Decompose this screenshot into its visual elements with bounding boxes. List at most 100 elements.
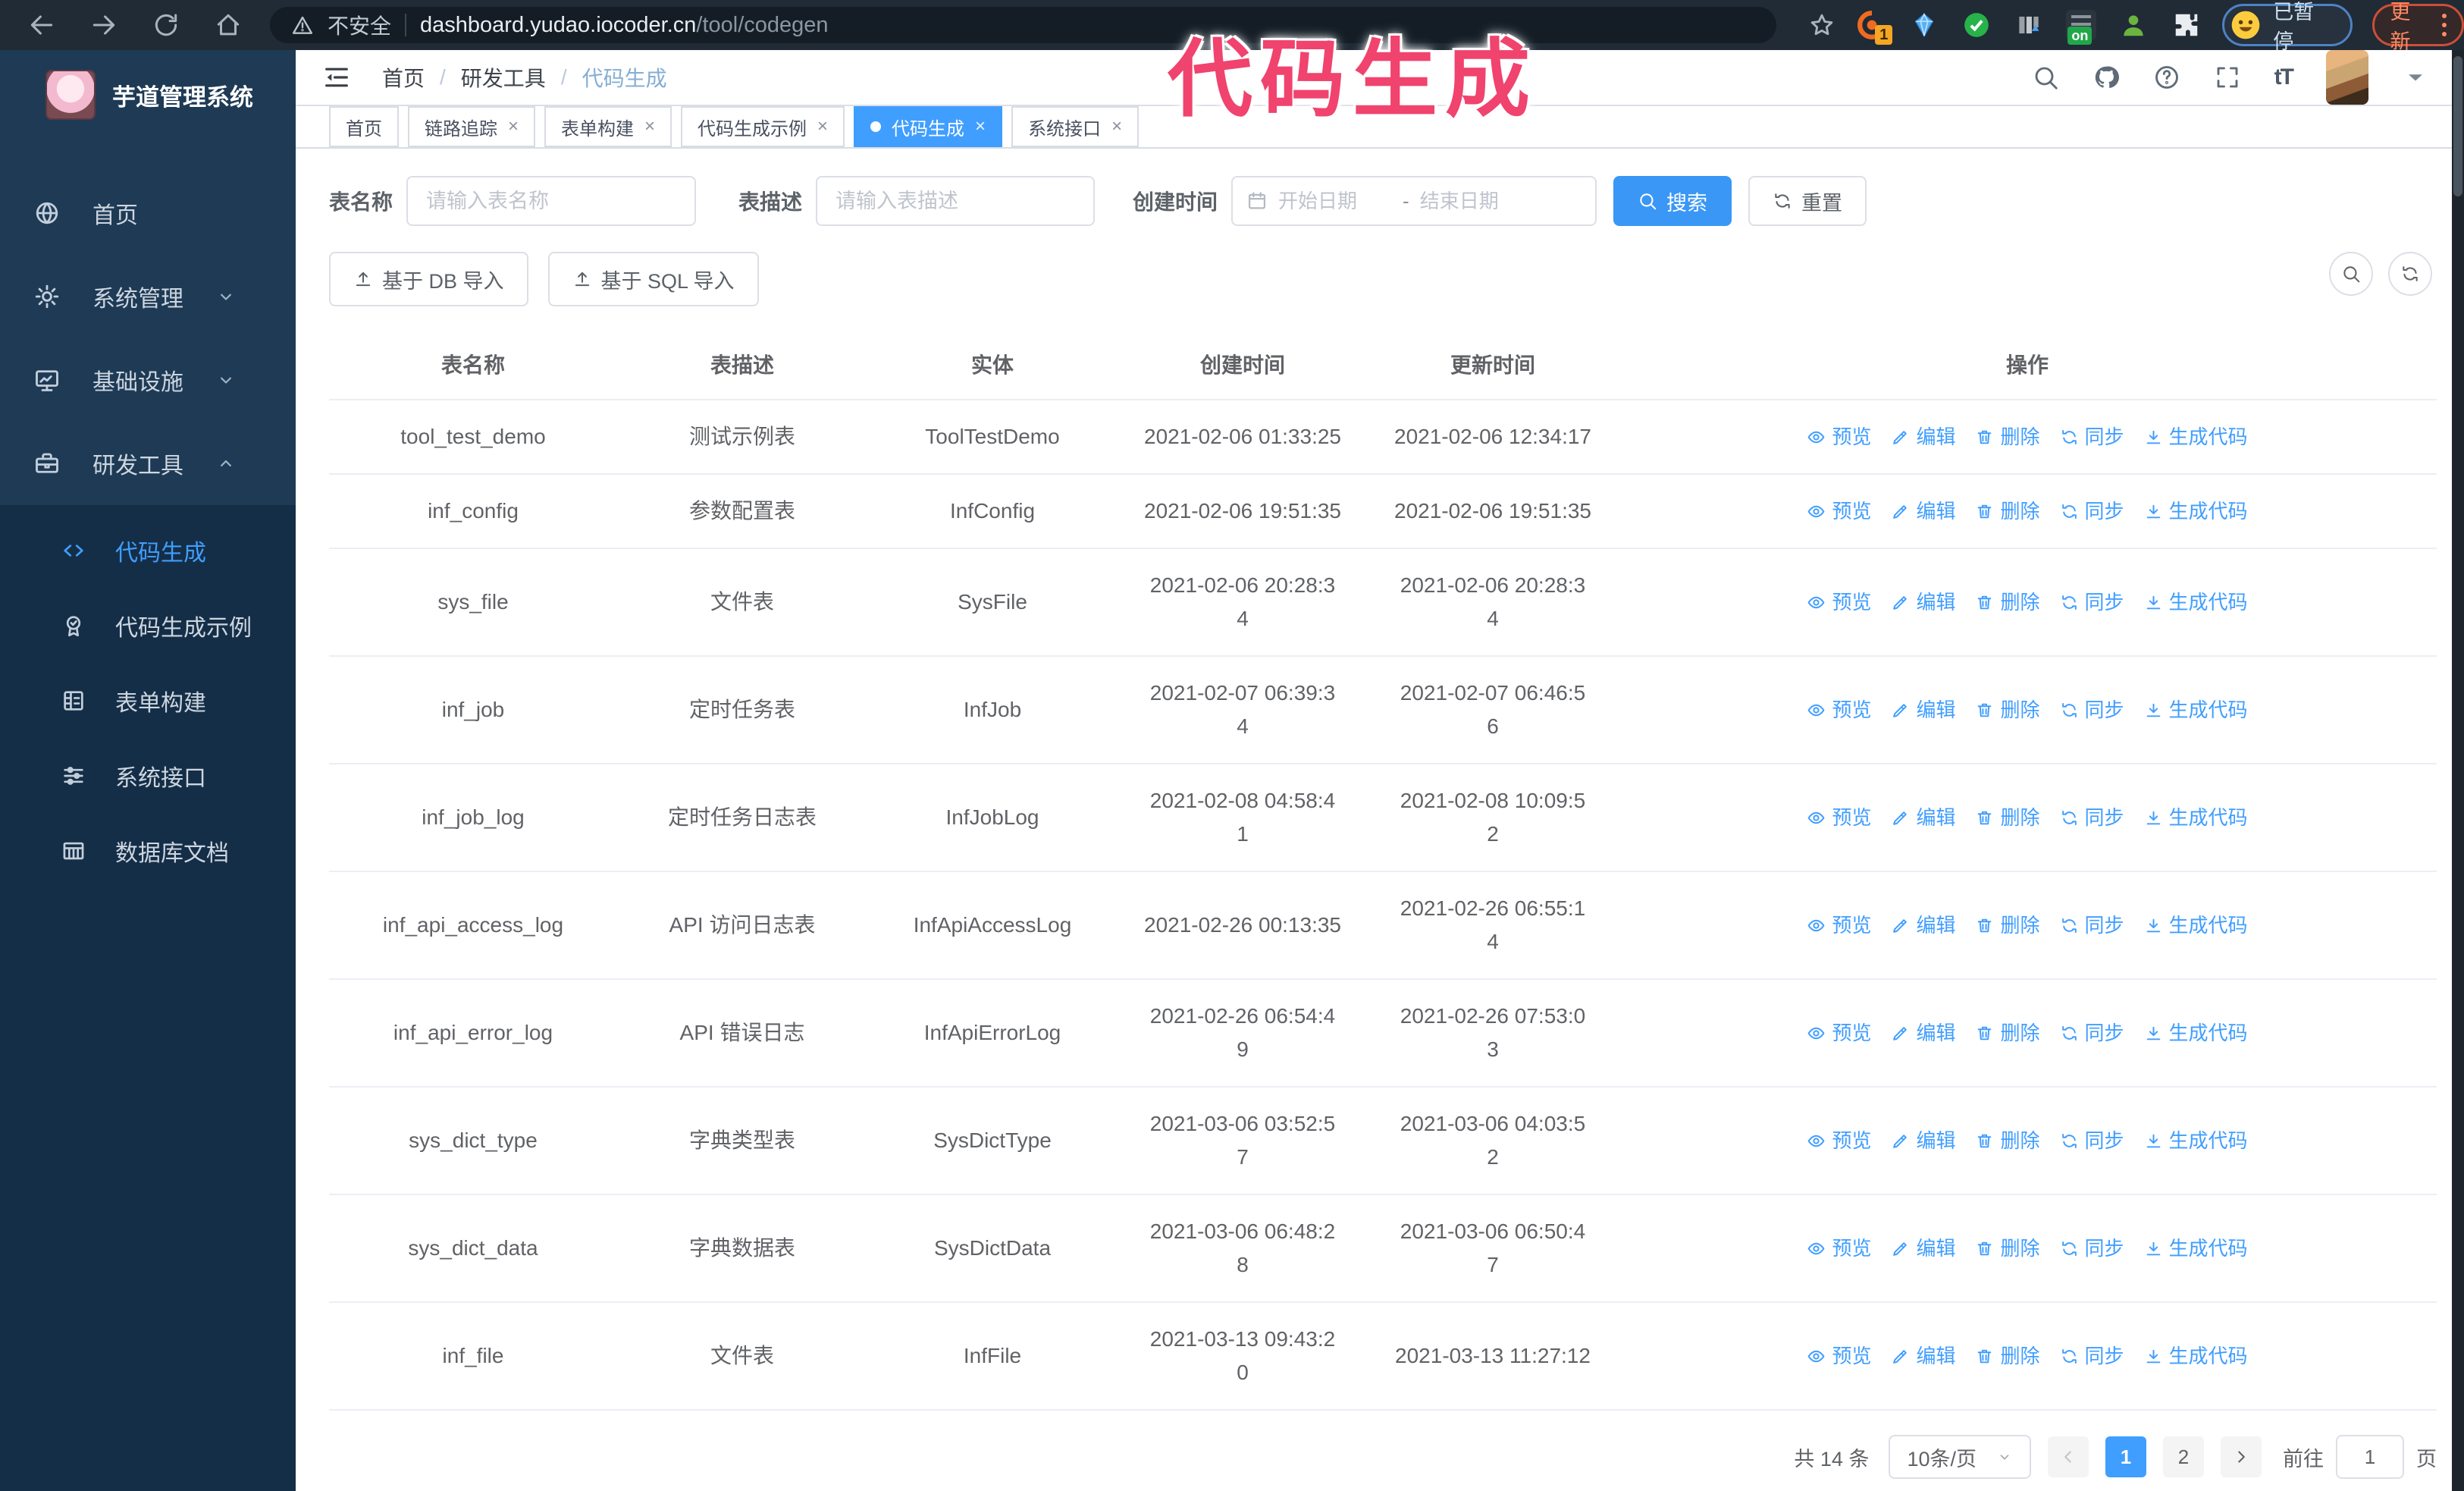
action-generate-link[interactable]: 生成代码 (2144, 693, 2248, 727)
page-scrollbar[interactable] (2452, 50, 2464, 1491)
action-edit-link[interactable]: 编辑 (1891, 1339, 1955, 1373)
github-icon[interactable] (2093, 64, 2120, 91)
action-delete-link[interactable]: 删除 (1975, 494, 2040, 528)
action-edit-link[interactable]: 编辑 (1891, 494, 1955, 528)
help-icon[interactable] (2153, 64, 2180, 91)
sidebar-item-3[interactable]: 研发工具 (0, 422, 296, 505)
action-generate-link[interactable]: 生成代码 (2144, 1232, 2248, 1265)
sidebar-subitem-0[interactable]: 代码生成 (0, 513, 296, 588)
action-delete-link[interactable]: 删除 (1975, 1339, 2040, 1373)
import-db-button[interactable]: 基于 DB 导入 (329, 252, 528, 306)
action-generate-link[interactable]: 生成代码 (2144, 420, 2248, 454)
action-sync-link[interactable]: 同步 (2060, 585, 2124, 619)
page-button-1[interactable]: 1 (2105, 1436, 2146, 1477)
action-preview-link[interactable]: 预览 (1807, 1339, 1871, 1373)
reload-icon[interactable] (152, 11, 180, 39)
action-delete-link[interactable]: 删除 (1975, 585, 2040, 619)
table-name-input[interactable] (406, 176, 697, 226)
action-preview-link[interactable]: 预览 (1807, 801, 1871, 834)
page-button-2[interactable]: 2 (2163, 1436, 2204, 1477)
search-button[interactable]: 搜索 (1613, 176, 1732, 226)
sidebar-toggle-icon[interactable] (321, 62, 352, 93)
back-icon[interactable] (27, 11, 56, 39)
action-sync-link[interactable]: 同步 (2060, 801, 2124, 834)
action-sync-link[interactable]: 同步 (2060, 693, 2124, 727)
action-edit-link[interactable]: 编辑 (1891, 1232, 1955, 1265)
tab-1[interactable]: 链路追踪 × (408, 106, 536, 147)
action-edit-link[interactable]: 编辑 (1891, 909, 1955, 942)
tab-close-icon[interactable]: × (644, 116, 655, 137)
breadcrumb-item-0[interactable]: 首页 (382, 62, 425, 93)
action-preview-link[interactable]: 预览 (1807, 585, 1871, 619)
browser-update-button[interactable]: 更新 (2372, 1, 2464, 53)
page-size-select[interactable]: 10条/页 (1889, 1435, 2031, 1479)
action-sync-link[interactable]: 同步 (2060, 909, 2124, 942)
avatar-caret-icon[interactable] (2402, 64, 2429, 91)
action-edit-link[interactable]: 编辑 (1891, 693, 1955, 727)
action-delete-link[interactable]: 删除 (1975, 1232, 2040, 1265)
action-preview-link[interactable]: 预览 (1807, 909, 1871, 942)
action-preview-link[interactable]: 预览 (1807, 1232, 1871, 1265)
tab-4[interactable]: 代码生成 × (854, 106, 1003, 147)
font-size-icon[interactable]: tT (2274, 64, 2294, 90)
tab-2[interactable]: 表单构建 × (544, 106, 672, 147)
action-edit-link[interactable]: 编辑 (1891, 420, 1955, 454)
sidebar-subitem-3[interactable]: 系统接口 (0, 738, 296, 813)
extension-on-icon[interactable]: on (2065, 8, 2098, 45)
header-search-icon[interactable] (2032, 64, 2059, 91)
logo-row[interactable]: 芋道管理系统 (0, 50, 296, 135)
bookmark-star-icon[interactable] (1808, 11, 1835, 39)
extensions-puzzle-icon[interactable] (2170, 8, 2202, 42)
action-delete-link[interactable]: 删除 (1975, 801, 2040, 834)
table-desc-input[interactable] (816, 176, 1096, 226)
action-sync-link[interactable]: 同步 (2060, 494, 2124, 528)
sidebar-item-0[interactable]: 首页 (0, 171, 296, 255)
fullscreen-icon[interactable] (2214, 64, 2241, 91)
tab-close-icon[interactable]: × (508, 116, 519, 137)
action-generate-link[interactable]: 生成代码 (2144, 1124, 2248, 1157)
goto-input[interactable] (2336, 1435, 2404, 1479)
sidebar-item-1[interactable]: 系统管理 (0, 255, 296, 338)
action-sync-link[interactable]: 同步 (2060, 1124, 2124, 1157)
sidebar-subitem-1[interactable]: 代码生成示例 (0, 588, 296, 663)
action-edit-link[interactable]: 编辑 (1891, 1124, 1955, 1157)
action-generate-link[interactable]: 生成代码 (2144, 1016, 2248, 1050)
action-generate-link[interactable]: 生成代码 (2144, 909, 2248, 942)
action-generate-link[interactable]: 生成代码 (2144, 494, 2248, 528)
action-delete-link[interactable]: 删除 (1975, 1124, 2040, 1157)
home-icon[interactable] (214, 11, 243, 39)
action-delete-link[interactable]: 删除 (1975, 1016, 2040, 1050)
action-sync-link[interactable]: 同步 (2060, 1016, 2124, 1050)
tab-close-icon[interactable]: × (1111, 116, 1122, 137)
action-preview-link[interactable]: 预览 (1807, 1016, 1871, 1050)
tab-3[interactable]: 代码生成示例 × (681, 106, 845, 147)
date-start-input[interactable] (1278, 189, 1393, 213)
action-edit-link[interactable]: 编辑 (1891, 801, 1955, 834)
extension-green-check-icon[interactable] (1960, 8, 1992, 42)
action-edit-link[interactable]: 编辑 (1891, 585, 1955, 619)
extension-orange-icon[interactable]: 1 (1855, 8, 1893, 45)
sidebar-subitem-2[interactable]: 表单构建 (0, 663, 296, 738)
sidebar-item-2[interactable]: 基础设施 (0, 338, 296, 422)
action-delete-link[interactable]: 删除 (1975, 693, 2040, 727)
action-preview-link[interactable]: 预览 (1807, 693, 1871, 727)
next-page-button[interactable] (2221, 1436, 2262, 1477)
sidebar-subitem-4[interactable]: 数据库文档 (0, 813, 296, 888)
tab-0[interactable]: 首页 (329, 106, 399, 147)
refresh-table-button[interactable] (2388, 252, 2432, 296)
user-avatar[interactable] (2326, 50, 2368, 105)
action-generate-link[interactable]: 生成代码 (2144, 801, 2248, 834)
extension-columns-icon[interactable] (2013, 8, 2045, 42)
action-sync-link[interactable]: 同步 (2060, 420, 2124, 454)
action-edit-link[interactable]: 编辑 (1891, 1016, 1955, 1050)
date-end-input[interactable] (1419, 189, 1534, 213)
scrollbar-thumb[interactable] (2453, 56, 2462, 196)
action-generate-link[interactable]: 生成代码 (2144, 1339, 2248, 1373)
action-preview-link[interactable]: 预览 (1807, 1124, 1871, 1157)
action-delete-link[interactable]: 删除 (1975, 909, 2040, 942)
action-sync-link[interactable]: 同步 (2060, 1232, 2124, 1265)
action-sync-link[interactable]: 同步 (2060, 1339, 2124, 1373)
import-sql-button[interactable]: 基于 SQL 导入 (547, 252, 759, 306)
browser-profile-chip[interactable]: 已暂停 (2222, 1, 2353, 53)
tab-close-icon[interactable]: × (975, 116, 986, 137)
